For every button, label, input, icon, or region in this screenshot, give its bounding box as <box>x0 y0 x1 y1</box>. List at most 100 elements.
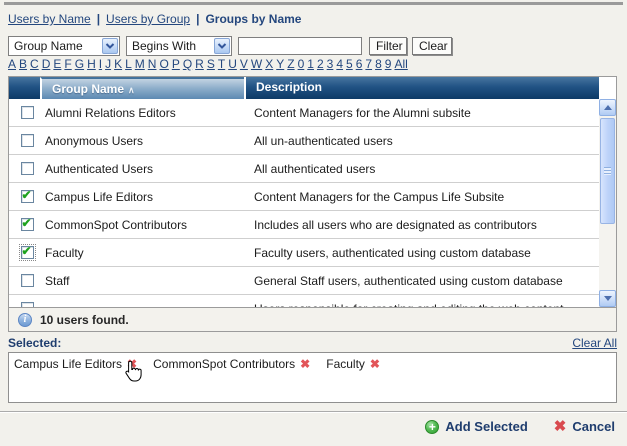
operator-select-value: Begins With <box>132 39 196 53</box>
row-group-name: Staff <box>45 274 254 288</box>
clear-button[interactable]: Clear <box>412 37 452 55</box>
alphabet-link[interactable]: 3 <box>327 57 334 71</box>
cancel-x-icon: ✖ <box>554 420 567 434</box>
remove-icon[interactable]: ✖ <box>127 357 137 371</box>
scrollbar-thumb[interactable] <box>600 118 615 224</box>
alphabet-link[interactable]: F <box>64 57 71 71</box>
alphabet-link[interactable]: 1 <box>307 57 314 71</box>
remove-icon[interactable]: ✖ <box>370 357 380 371</box>
row-checkbox-cell <box>9 218 45 231</box>
table-body: Alumni Relations Editors Content Manager… <box>9 99 616 307</box>
remove-icon[interactable]: ✖ <box>300 357 310 371</box>
row-group-name: Alumni Relations Editors <box>45 106 254 120</box>
row-checkbox[interactable] <box>21 190 34 203</box>
filter-search-input[interactable] <box>238 37 362 55</box>
nav-users-by-group[interactable]: Users by Group <box>106 12 190 26</box>
cancel-button[interactable]: ✖ Cancel <box>554 419 615 434</box>
field-select-value: Group Name <box>14 39 83 53</box>
alphabet-link[interactable]: I <box>99 57 102 71</box>
alphabet-link[interactable]: V <box>240 57 248 71</box>
row-group-name: Campus Life Editors <box>45 190 254 204</box>
alphabet-link[interactable]: D <box>42 57 51 71</box>
alphabet-link[interactable]: N <box>148 57 157 71</box>
alphabet-link[interactable]: A <box>8 57 16 71</box>
scroll-down-button[interactable] <box>599 290 616 307</box>
table-row[interactable]: CommonSpot Contributors Includes all use… <box>9 211 599 239</box>
row-checkbox[interactable] <box>21 134 34 147</box>
selected-item-label: CommonSpot Contributors <box>153 357 295 371</box>
row-checkbox[interactable] <box>21 274 34 287</box>
table-row[interactable]: Alumni Relations Editors Content Manager… <box>9 99 599 127</box>
alphabet-link[interactable]: O <box>159 57 168 71</box>
header-group-name[interactable]: Group Name∧ <box>40 77 244 99</box>
alphabet-link[interactable]: E <box>53 57 61 71</box>
row-checkbox[interactable] <box>21 106 34 119</box>
footer-actions: + Add Selected ✖ Cancel <box>425 419 615 434</box>
clear-all-link[interactable]: Clear All <box>572 336 617 350</box>
table-row[interactable]: Staff General Staff users, authenticated… <box>9 267 599 295</box>
alphabet-link[interactable]: 0 <box>298 57 305 71</box>
table-row[interactable]: Authenticated Users All authenticated us… <box>9 155 599 183</box>
alphabet-link[interactable]: 2 <box>317 57 324 71</box>
alphabet-link[interactable]: L <box>125 57 132 71</box>
alphabet-link[interactable]: C <box>30 57 39 71</box>
table-row[interactable]: Faculty Faculty users, authenticated usi… <box>9 239 599 267</box>
alphabet-link[interactable]: J <box>105 57 111 71</box>
scroll-down-icon <box>604 296 612 301</box>
table-row[interactable]: Campus Life Editors Content Managers for… <box>9 183 599 211</box>
alphabet-link[interactable]: S <box>207 57 215 71</box>
row-checkbox-cell <box>9 274 45 287</box>
alphabet-link[interactable]: Z <box>287 57 294 71</box>
add-selected-label: Add Selected <box>445 419 527 434</box>
table-row[interactable]: Anonymous Users All un-authenticated use… <box>9 127 599 155</box>
alphabet-link[interactable]: B <box>19 57 27 71</box>
alphabet-link[interactable]: X <box>265 57 273 71</box>
alphabet-link[interactable]: P <box>172 57 180 71</box>
vertical-scrollbar[interactable] <box>599 99 616 307</box>
alphabet-link[interactable]: 9 <box>385 57 392 71</box>
table-row[interactable]: Users responsible for creating and editi… <box>9 295 599 307</box>
alphabet-link[interactable]: M <box>135 57 145 71</box>
alphabet-link[interactable]: Y <box>276 57 284 71</box>
scroll-up-button[interactable] <box>599 99 616 116</box>
alphabet-link[interactable]: Q <box>183 57 192 71</box>
alphabet-link[interactable]: R <box>195 57 204 71</box>
alphabet-index: ABCDEFGHIJKLMNOPQRSTUVWXYZ0123456789All <box>8 57 478 71</box>
sort-asc-icon: ∧ <box>128 85 135 95</box>
alphabet-link[interactable]: 6 <box>356 57 363 71</box>
add-selected-button[interactable]: + Add Selected <box>425 419 527 434</box>
alphabet-link[interactable]: T <box>218 57 225 71</box>
alphabet-link[interactable]: K <box>114 57 122 71</box>
header-scrollbar-gap <box>599 77 616 99</box>
alphabet-link[interactable]: All <box>394 57 407 71</box>
window-top-border <box>4 2 623 5</box>
status-text: 10 users found. <box>40 313 129 327</box>
row-description: Content Managers for the Alumni subsite <box>254 106 599 120</box>
alphabet-link[interactable]: G <box>75 57 84 71</box>
header-description[interactable]: Description <box>244 77 599 99</box>
groups-table: Group Name∧ Description Alumni Relations… <box>8 76 617 332</box>
nav-groups-by-name[interactable]: Groups by Name <box>205 12 301 26</box>
row-checkbox[interactable] <box>21 162 34 175</box>
row-description: All authenticated users <box>254 162 599 176</box>
alphabet-link[interactable]: 4 <box>336 57 343 71</box>
alphabet-link[interactable]: 8 <box>375 57 382 71</box>
alphabet-link[interactable]: H <box>87 57 96 71</box>
field-select[interactable]: Group Name <box>8 36 120 56</box>
row-checkbox-cell <box>9 134 45 147</box>
alphabet-link[interactable]: 5 <box>346 57 353 71</box>
row-checkbox[interactable] <box>21 302 34 307</box>
info-icon: i <box>18 313 32 327</box>
status-bar: i 10 users found. <box>9 307 616 331</box>
cancel-label: Cancel <box>572 419 615 434</box>
operator-select[interactable]: Begins With <box>126 36 232 56</box>
alphabet-link[interactable]: 7 <box>365 57 372 71</box>
filter-button[interactable]: Filter <box>369 37 407 55</box>
row-checkbox[interactable] <box>21 246 34 259</box>
row-checkbox[interactable] <box>21 218 34 231</box>
nav-separator: | <box>196 12 199 26</box>
nav-users-by-name[interactable]: Users by Name <box>8 12 91 26</box>
row-checkbox-cell <box>9 106 45 119</box>
alphabet-link[interactable]: U <box>228 57 237 71</box>
alphabet-link[interactable]: W <box>251 57 262 71</box>
